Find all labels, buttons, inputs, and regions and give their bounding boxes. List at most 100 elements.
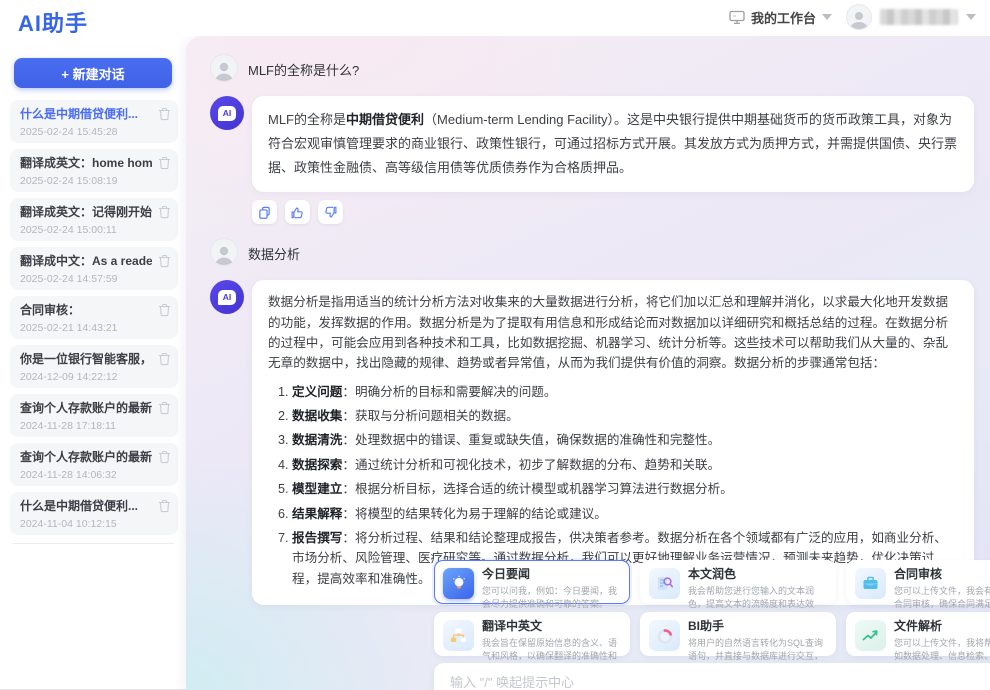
message-actions bbox=[252, 200, 974, 224]
user-avatar bbox=[210, 54, 238, 82]
card-contract-review[interactable]: 合同审核 您可以上传文件，我会有效地进行合同审核，确保合同满足您的业务需求。 bbox=[846, 560, 990, 604]
workspace-menu[interactable]: 我的工作台 bbox=[729, 8, 832, 27]
list-item: 数据清洗：处理数据中的错误、重复或缺失值，确保数据的准确性和完整性。 bbox=[292, 430, 958, 450]
workspace-label: 我的工作台 bbox=[751, 8, 816, 27]
card-translate[interactable]: 翻译中英文 我会旨在保留原始信息的含义、语气和风格，以确保翻译的准确性和自然流畅… bbox=[434, 612, 630, 656]
user-message: 数据分析 bbox=[210, 238, 974, 266]
delete-conversation-icon[interactable] bbox=[158, 254, 171, 268]
chevron-down-icon bbox=[966, 14, 976, 20]
chevron-down-icon bbox=[822, 14, 832, 20]
copy-button[interactable] bbox=[252, 200, 277, 224]
ai-message-bubble: 数据分析是指用适当的统计分析方法对收集来的大量数据进行分析，将它们加以汇总和理解… bbox=[252, 280, 974, 605]
trend-arrow-icon bbox=[855, 620, 886, 651]
message-input[interactable] bbox=[450, 675, 990, 690]
conversation-sidebar: + 新建对话 什么是中期借贷便利... 2025-02-24 15:45:28 … bbox=[0, 36, 186, 690]
monitor-icon bbox=[729, 10, 745, 25]
chat-panel: MLF的全称是什么? AI MLF的全称是中期借贷便利（Medium-term … bbox=[186, 36, 990, 690]
conversation-title: 查询个人存款账户的最新... bbox=[20, 399, 152, 416]
top-header: AI助手 我的工作台 bbox=[0, 0, 990, 36]
conversation-time: 2025-02-24 15:08:19 bbox=[20, 175, 152, 187]
chat-thread: MLF的全称是什么? AI MLF的全称是中期借贷便利（Medium-term … bbox=[210, 46, 974, 605]
user-name-redacted bbox=[880, 9, 958, 25]
conversation-time: 2025-02-24 14:57:59 bbox=[20, 273, 152, 285]
conversation-title: 翻译成英文：记得刚开始... bbox=[20, 203, 152, 220]
conversation-item[interactable]: 什么是中期借贷便利... 2025-02-24 15:45:28 bbox=[10, 100, 178, 143]
card-bi-assistant[interactable]: BI助手 将用户的自然语言转化为SQL查询语句，并直接与数据库进行交互，返回智能… bbox=[640, 612, 836, 656]
delete-conversation-icon[interactable] bbox=[158, 205, 171, 219]
list-item: 定义问题：明确分析的目标和需要解决的问题。 bbox=[292, 382, 958, 402]
conversation-title: 翻译成英文：home home bbox=[20, 154, 152, 171]
ai-avatar: AI bbox=[210, 280, 244, 314]
translate-nodes-icon bbox=[443, 620, 474, 651]
card-daily-news[interactable]: 今日要闻 您可以问我，例如：今日要闻，我会尽力提供准确和可靠的答案。 bbox=[434, 560, 630, 604]
card-title: 今日要闻 bbox=[482, 567, 621, 583]
ai-message: AI 数据分析是指用适当的统计分析方法对收集来的大量数据进行分析，将它们加以汇总… bbox=[210, 280, 974, 605]
conversation-list: 什么是中期借贷便利... 2025-02-24 15:45:28 翻译成英文：h… bbox=[0, 100, 186, 535]
thumbs-down-button[interactable] bbox=[318, 200, 343, 224]
user-message: MLF的全称是什么? bbox=[210, 54, 974, 82]
user-avatar bbox=[210, 238, 238, 266]
conversation-time: 2024-11-04 10:12:15 bbox=[20, 518, 152, 530]
ai-answer-bold: 中期借贷便利 bbox=[346, 112, 424, 127]
conversation-time: 2024-12-09 14:22:12 bbox=[20, 371, 152, 383]
conversation-title: 你是一位银行智能客服，... bbox=[20, 350, 152, 367]
new-chat-button[interactable]: + 新建对话 bbox=[14, 58, 172, 88]
conversation-time: 2024-11-28 14:06:32 bbox=[20, 469, 152, 481]
conversation-title: 翻译成中文：As a reader... bbox=[20, 252, 152, 269]
conversation-title: 查询个人存款账户的最新... bbox=[20, 448, 152, 465]
ai-avatar: AI bbox=[210, 96, 244, 130]
doc-magnifier-icon bbox=[649, 568, 680, 599]
conversation-time: 2025-02-24 15:00:11 bbox=[20, 224, 152, 236]
conversation-time: 2024-11-28 17:18:11 bbox=[20, 420, 152, 432]
conversation-item[interactable]: 查询个人存款账户的最新... 2024-11-28 14:06:32 bbox=[10, 443, 178, 486]
ai-message: AI MLF的全称是中期借贷便利（Medium-term Lending Fac… bbox=[210, 96, 974, 192]
user-avatar bbox=[846, 4, 872, 30]
card-title: 翻译中英文 bbox=[482, 619, 621, 635]
app-logo: AI助手 bbox=[18, 6, 88, 38]
delete-conversation-icon[interactable] bbox=[158, 401, 171, 415]
conversation-item[interactable]: 翻译成中文：As a reader... 2025-02-24 14:57:59 bbox=[10, 247, 178, 290]
card-title: 文件解析 bbox=[894, 619, 990, 635]
conversation-time: 2025-02-24 15:45:28 bbox=[20, 126, 152, 138]
conversation-item[interactable]: 合同审核： 2025-02-21 14:43:21 bbox=[10, 296, 178, 339]
user-account-menu[interactable] bbox=[846, 4, 976, 30]
conversation-item[interactable]: 什么是中期借贷便利... 2024-11-04 10:12:15 bbox=[10, 492, 178, 535]
delete-conversation-icon[interactable] bbox=[158, 156, 171, 170]
card-title: 本文润色 bbox=[688, 567, 827, 583]
conversation-item[interactable]: 翻译成英文：记得刚开始... 2025-02-24 15:00:11 bbox=[10, 198, 178, 241]
donut-chart-icon bbox=[649, 620, 680, 651]
ai-answer-intro: 数据分析是指用适当的统计分析方法对收集来的大量数据进行分析，将它们加以汇总和理解… bbox=[268, 295, 948, 370]
conversation-item[interactable]: 你是一位银行智能客服，... 2024-12-09 14:22:12 bbox=[10, 345, 178, 388]
message-composer bbox=[434, 663, 990, 690]
delete-conversation-icon[interactable] bbox=[158, 107, 171, 121]
list-item: 结果解释：将模型的结果转化为易于理解的结论或建议。 bbox=[292, 504, 958, 524]
delete-conversation-icon[interactable] bbox=[158, 303, 171, 317]
conversation-time: 2025-02-21 14:43:21 bbox=[20, 322, 152, 334]
user-message-text: MLF的全称是什么? bbox=[248, 60, 359, 79]
list-item: 数据探索：通过统计分析和可视化技术，初步了解数据的分布、趋势和关联。 bbox=[292, 455, 958, 475]
briefcase-icon bbox=[855, 568, 886, 599]
card-text-polish[interactable]: 本文润色 我会帮助您进行您输入的文本润色，提高文本的流畅度和表达效果。 bbox=[640, 560, 836, 604]
ai-message-bubble: MLF的全称是中期借贷便利（Medium-term Lending Facili… bbox=[252, 96, 974, 192]
thumbs-up-button[interactable] bbox=[285, 200, 310, 224]
conversation-item[interactable]: 翻译成英文：home home 2025-02-24 15:08:19 bbox=[10, 149, 178, 192]
card-desc: 您可以问我，例如：今日要闻，我会尽力提供准确和可靠的答案。 bbox=[482, 585, 621, 611]
delete-conversation-icon[interactable] bbox=[158, 352, 171, 366]
analysis-steps-list: 定义问题：明确分析的目标和需要解决的问题。 数据收集：获取与分析问题相关的数据。… bbox=[268, 382, 958, 590]
delete-conversation-icon[interactable] bbox=[158, 450, 171, 464]
ai-answer-text: MLF的全称是 bbox=[268, 112, 346, 127]
conversation-item[interactable]: 查询个人存款账户的最新... 2024-11-28 17:18:11 bbox=[10, 394, 178, 437]
list-item: 模型建立：根据分析目标，选择合适的统计模型或机器学习算法进行数据分析。 bbox=[292, 479, 958, 499]
conversation-title: 什么是中期借贷便利... bbox=[20, 497, 152, 514]
card-title: 合同审核 bbox=[894, 567, 990, 583]
card-file-parse[interactable]: 文件解析 您可以上传文件，我将帮助您进行如数据处理、信息检索、自动化办公等。 bbox=[846, 612, 990, 656]
sidebar-divider bbox=[12, 543, 174, 544]
user-message-text: 数据分析 bbox=[248, 244, 300, 263]
quick-actions: 今日要闻 您可以问我，例如：今日要闻，我会尽力提供准确和可靠的答案。 本文润色 … bbox=[434, 560, 990, 656]
card-title: BI助手 bbox=[688, 619, 827, 635]
bulb-icon bbox=[443, 568, 474, 599]
conversation-title: 什么是中期借贷便利... bbox=[20, 105, 152, 122]
list-item: 数据收集：获取与分析问题相关的数据。 bbox=[292, 406, 958, 426]
conversation-title: 合同审核： bbox=[20, 301, 152, 318]
delete-conversation-icon[interactable] bbox=[158, 499, 171, 513]
